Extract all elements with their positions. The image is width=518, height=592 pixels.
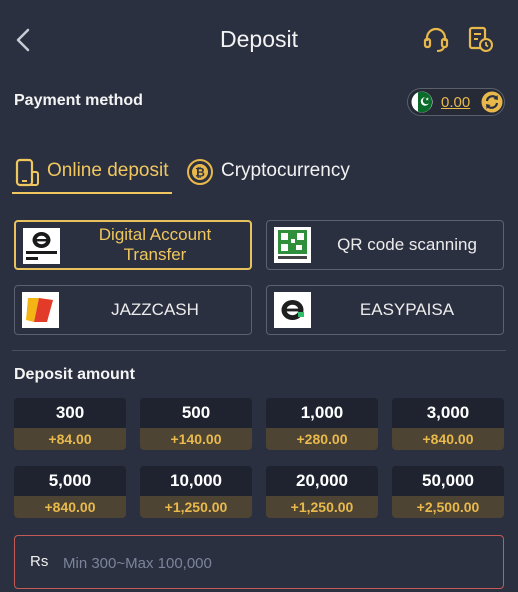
method-label: Digital Account Transfer [98, 225, 212, 264]
bitcoin-coin-icon: ₿ [187, 159, 213, 185]
method-label: EASYPAISA [359, 300, 455, 319]
amount-bonus: +2,500.00 [392, 496, 504, 518]
amount-value: 500 [181, 403, 211, 422]
tab-online-deposit-label: Online deposit [47, 160, 169, 181]
customer-support-icon[interactable] [422, 25, 450, 53]
active-tab-indicator [12, 192, 172, 194]
easypaisa-logo-icon [274, 292, 311, 328]
amount-option[interactable]: 10,000 +1,250.00 [140, 466, 252, 518]
section-divider [12, 350, 506, 351]
method-label: QR code scanning [337, 235, 477, 254]
pakistan-flag-icon [411, 91, 433, 113]
amount-value: 3,000 [426, 403, 470, 422]
amount-value: 20,000 [296, 471, 348, 490]
amount-option[interactable]: 50,000 +2,500.00 [392, 466, 504, 518]
deposit-amount-input[interactable] [61, 546, 485, 580]
balance-amount: 0.00 [441, 94, 471, 111]
amount-value: 10,000 [170, 471, 222, 490]
payment-method-label: Payment method [14, 92, 143, 109]
amount-option[interactable]: 1,000 +280.00 [266, 398, 378, 450]
method-qr-code-scanning[interactable]: QR code scanning [266, 220, 504, 270]
amount-bonus: +1,250.00 [140, 496, 252, 518]
tab-cryptocurrency[interactable]: ₿ Cryptocurrency [186, 150, 366, 194]
amount-value: 5,000 [48, 471, 92, 490]
tab-cryptocurrency-label: Cryptocurrency [221, 160, 350, 181]
amount-bonus: +280.00 [266, 428, 378, 450]
easypaisa-qr-logo-icon [274, 227, 311, 263]
balance-pill: 0.00 [407, 88, 505, 116]
amount-value: 1,000 [300, 403, 344, 422]
method-easypaisa[interactable]: EASYPAISA [266, 285, 504, 335]
amount-bonus: +140.00 [140, 428, 252, 450]
jazzcash-logo-icon [22, 292, 59, 328]
digital-account-transfer-logo-icon [23, 228, 60, 264]
amount-option[interactable]: 500 +140.00 [140, 398, 252, 450]
method-jazzcash[interactable]: JAZZCASH [14, 285, 252, 335]
method-label: JAZZCASH [111, 300, 199, 319]
amount-bonus: +840.00 [14, 496, 126, 518]
amount-bonus: +84.00 [14, 428, 126, 450]
amount-value: 300 [55, 403, 85, 422]
svg-text:₿: ₿ [195, 166, 205, 180]
amount-value: 50,000 [422, 471, 474, 490]
tab-online-deposit[interactable]: Online deposit [12, 150, 172, 194]
amount-bonus: +1,250.00 [266, 496, 378, 518]
header: Deposit [0, 0, 518, 80]
refresh-balance-icon[interactable] [481, 91, 503, 113]
currency-label: Rs [30, 553, 49, 570]
deposit-amount-input-box: Rs [14, 535, 504, 589]
deposit-amount-label: Deposit amount [14, 366, 135, 383]
mobile-phone-icon [15, 158, 39, 187]
amount-option[interactable]: 5,000 +840.00 [14, 466, 126, 518]
amount-option[interactable]: 300 +84.00 [14, 398, 126, 450]
amount-bonus: +840.00 [392, 428, 504, 450]
amount-option[interactable]: 20,000 +1,250.00 [266, 466, 378, 518]
method-digital-account-transfer[interactable]: Digital Account Transfer [14, 220, 252, 270]
deposit-history-icon[interactable] [466, 25, 494, 53]
amount-option[interactable]: 3,000 +840.00 [392, 398, 504, 450]
